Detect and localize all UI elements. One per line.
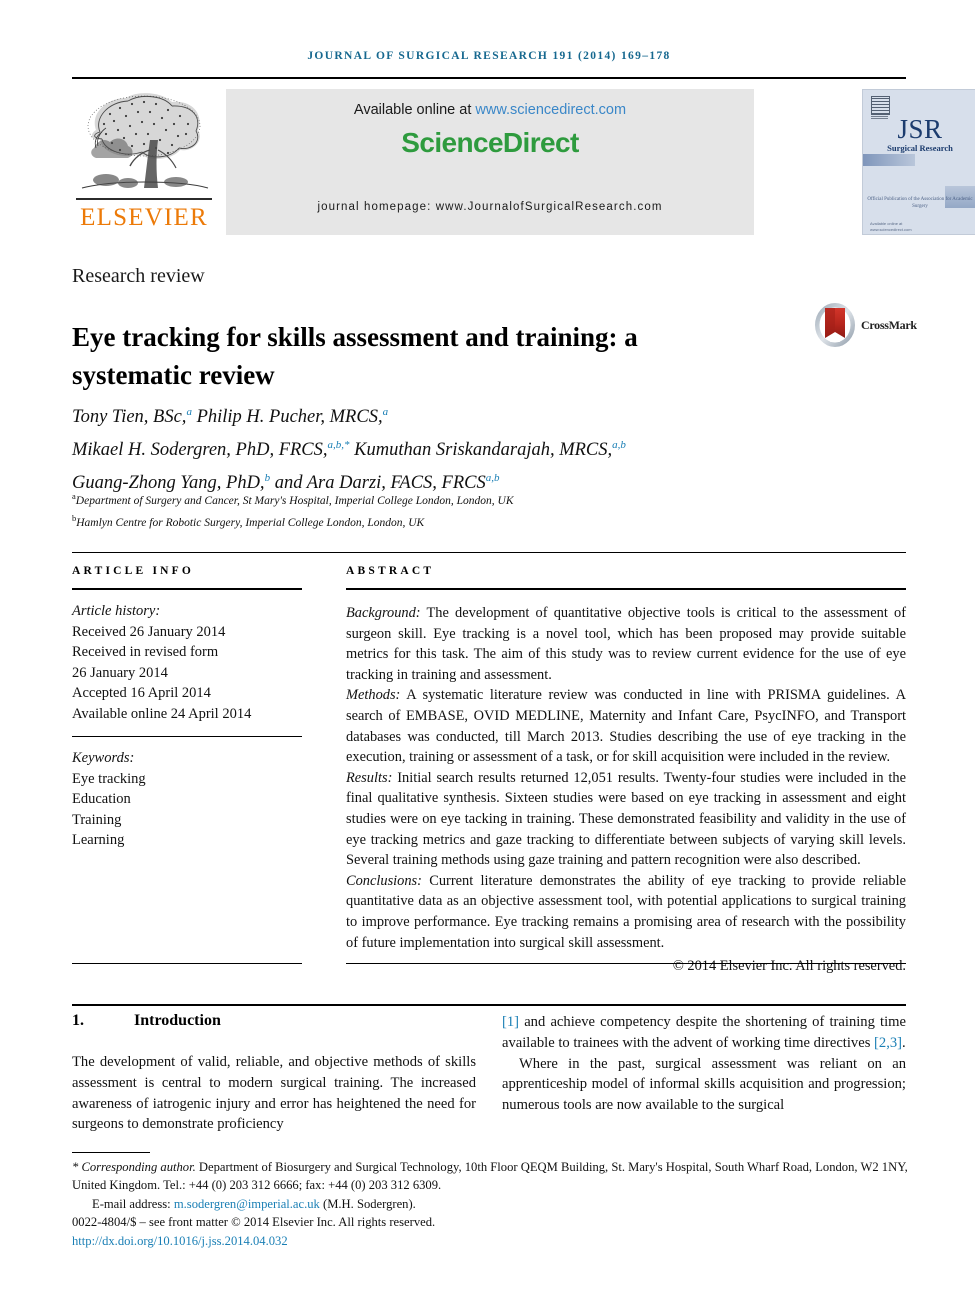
cover-footer: Available online at www.sciencedirect.co… (870, 221, 912, 232)
history-line: Available online 24 April 2014 (72, 705, 252, 722)
section-number: 1. (72, 1012, 84, 1029)
running-head: JOURNAL OF SURGICAL RESEARCH 191 (2014) … (307, 50, 671, 62)
history-line: Accepted 16 April 2014 (72, 685, 211, 701)
citation-ref-2-3[interactable]: [2,3] (874, 1035, 902, 1051)
elsevier-wordmark: ELSEVIER (80, 204, 208, 231)
issn-line: 0022-4804/$ – see front matter © 2014 El… (72, 1215, 436, 1230)
article-type-kicker: Research review (72, 265, 205, 287)
keywords-block: Keywords: Eye tracking Education Trainin… (72, 748, 302, 851)
keywords-label: Keywords: (72, 750, 135, 766)
crossmark-badge[interactable]: CrossMark (813, 302, 917, 350)
journal-homepage-line[interactable]: journal homepage: www.JournalofSurgicalR… (226, 201, 754, 213)
cover-accent-bar (863, 154, 915, 166)
abstract-body: Background: The development of quantitat… (346, 603, 906, 977)
cover-association: Official Publication of the Association … (867, 197, 973, 209)
info-section-rule (72, 552, 906, 553)
abstract-text-conclusions: Current literature demonstrates the abil… (346, 872, 906, 951)
crossmark-icon (815, 303, 855, 347)
page-title: Eye tracking for skills assessment and t… (72, 322, 638, 391)
available-online-prefix: Available online at (353, 102, 476, 118)
history-line: 26 January 2014 (72, 664, 168, 681)
article-info-underline (72, 588, 302, 590)
doi-link[interactable]: http://dx.doi.org/10.1016/j.jss.2014.04.… (72, 1232, 910, 1250)
footnote-rule (72, 1152, 150, 1153)
elsevier-logo-rule (76, 198, 212, 200)
header-rule (72, 77, 906, 79)
history-line: Received in revised form (72, 644, 219, 660)
email-suffix: (M.H. Sodergren). (319, 1196, 416, 1211)
intro-continuation-end: . (902, 1034, 906, 1051)
keyword-item: Education (72, 791, 131, 807)
abstract-copyright: © 2014 Elsevier Inc. All rights reserved… (672, 958, 906, 975)
body-column-right: [1] and achieve competency despite the s… (502, 1012, 906, 1116)
crossmark-label: CrossMark (861, 318, 917, 332)
intro-paragraph-2: Where in the past, surgical assessment w… (502, 1055, 906, 1114)
journal-cover-thumbnail[interactable]: JSR Surgical Research Official Publicati… (862, 89, 975, 235)
article-history: Article history: Received 26 January 201… (72, 601, 302, 724)
abstract-underline (346, 588, 906, 590)
keyword-item: Training (72, 811, 122, 828)
article-history-label: Article history: (72, 603, 161, 619)
masthead: ELSEVIER Available online at www.science… (72, 86, 975, 238)
abstract-paragraph-conclusions: Conclusions: Current literature demonstr… (346, 871, 906, 953)
sciencedirect-banner: Available online at www.sciencedirect.co… (226, 89, 754, 235)
intro-paragraph-1: The development of valid, reliable, and … (72, 1054, 476, 1133)
affiliation-list: aDepartment of Surgery and Cancer, St Ma… (72, 491, 514, 529)
article-info-column: ARTICLE INFO Article history: Received 2… (72, 565, 302, 851)
abstract-column: ABSTRACT Background: The development of … (346, 565, 906, 977)
cover-subtitle: Surgical Research (887, 143, 953, 153)
intro-paragraph-1-continued: [1] and achieve competency despite the s… (502, 1012, 906, 1054)
sciencedirect-logo: ScienceDirect (401, 127, 579, 158)
keyword-item: Eye tracking (72, 770, 146, 787)
body-top-rule (72, 1004, 906, 1006)
section-title: Introduction (134, 1012, 221, 1029)
info-bottom-rule (72, 963, 302, 964)
keyword-item: Learning (72, 832, 125, 848)
journal-article-page: JOURNAL OF SURGICAL RESEARCH 191 (2014) … (0, 0, 975, 1305)
corresponding-marker: * (72, 1160, 79, 1174)
corresponding-address: Department of Biosurgery and Surgical Te… (72, 1160, 908, 1193)
elsevier-logo: ELSEVIER (72, 86, 216, 238)
cover-title: JSR (897, 114, 943, 144)
intro-continuation-text: and achieve competency despite the short… (502, 1014, 906, 1051)
abstract-text-methods: A systematic literature review was condu… (346, 687, 906, 766)
abstract-text-background: The development of quantitative objectiv… (346, 605, 906, 683)
abstract-label-background: Background: (346, 605, 421, 621)
section-heading-introduction: 1. Introduction (72, 1012, 476, 1030)
corresponding-author-note: * Corresponding author. Department of Bi… (72, 1158, 910, 1195)
footnotes-block: * Corresponding author. Department of Bi… (72, 1158, 910, 1250)
abstract-paragraph-methods: Methods: A systematic literature review … (346, 685, 906, 767)
body-paragraph-left: The development of valid, reliable, and … (72, 1052, 476, 1135)
email-label: E-mail address: (92, 1196, 174, 1211)
available-online-line: Available online at www.sciencedirect.co… (226, 102, 754, 118)
abstract-text-results: Initial search results returned 12,051 r… (346, 769, 906, 869)
author-list: Tony Tien, BSc,a Philip H. Pucher, MRCS,… (72, 406, 626, 494)
abstract-bottom-rule (346, 963, 906, 964)
elsevier-tree-icon (81, 93, 209, 189)
citation-ref-1[interactable]: [1] (502, 1014, 519, 1030)
abstract-paragraph-results: Results: Initial search results returned… (346, 768, 906, 871)
body-column-left: 1. Introduction The development of valid… (72, 1012, 476, 1135)
abstract-paragraph-background: Background: The development of quantitat… (346, 603, 906, 685)
elsevier-mini-mark-icon (871, 96, 890, 115)
sciencedirect-link[interactable]: www.sciencedirect.com (475, 102, 626, 118)
body-paragraph-right: [1] and achieve competency despite the s… (502, 1012, 906, 1116)
corresponding-label: Corresponding author. (81, 1160, 196, 1174)
article-info-heading: ARTICLE INFO (72, 565, 195, 577)
abstract-label-conclusions: Conclusions: (346, 872, 422, 889)
keywords-divider (72, 736, 302, 737)
abstract-heading: ABSTRACT (346, 565, 435, 577)
abstract-label-results: Results: (346, 769, 393, 786)
email-link[interactable]: m.sodergren@imperial.ac.uk (174, 1197, 320, 1211)
abstract-label-methods: Methods: (346, 687, 401, 704)
email-note: E-mail address: m.sodergren@imperial.ac.… (72, 1195, 910, 1213)
history-line: Received 26 January 2014 (72, 623, 226, 640)
